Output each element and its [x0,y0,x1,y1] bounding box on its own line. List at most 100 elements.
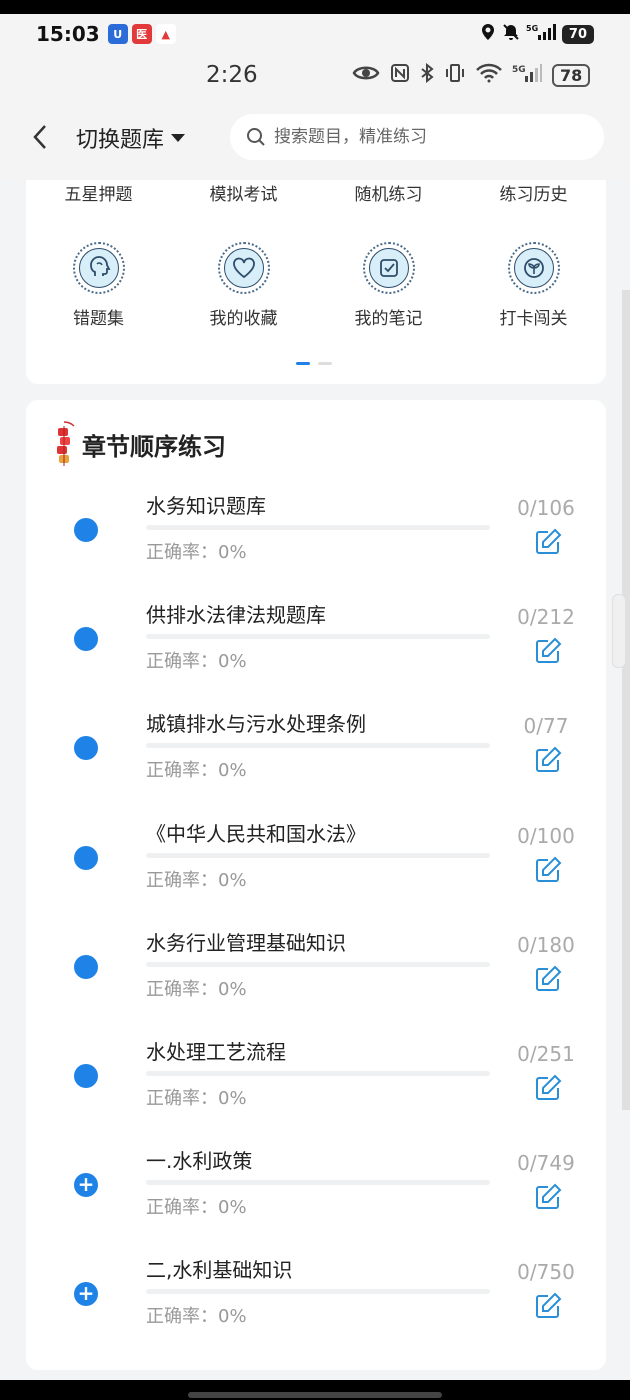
eye-icon [352,63,380,88]
edit-icon[interactable] [534,1074,562,1102]
chapter-progress-bar [146,1180,490,1186]
chapter-count: 0/180 [517,932,575,957]
pager-dot-2[interactable] [318,362,332,365]
chapter-name[interactable]: 水务行业管理基础知识 [146,927,346,956]
mute-bell-icon [502,23,520,45]
firecracker-icon [57,421,75,466]
chapter-row[interactable]: 《中华人民共和国水法》 正确率：0% 0/100 [26,820,606,920]
quick-entry-card: 五星押题 模拟考试 随机练习 练习历史 错题集 我的收藏 我的笔记 打卡闯关 [26,180,606,384]
chapter-name[interactable]: 水处理工艺流程 [146,1036,286,1065]
scrollbar-track[interactable] [622,290,630,1110]
status-time: 15:03 [36,22,100,46]
search-input[interactable] [274,127,574,147]
vibrate-icon [444,63,466,88]
edit-icon[interactable] [534,528,562,556]
edit-icon[interactable] [534,1183,562,1211]
app-medical-icon: 医 [131,24,152,44]
quick-favorites-label: 我的收藏 [209,309,278,329]
expand-plus-icon[interactable]: + [74,1282,98,1307]
chapter-row[interactable]: 城镇排水与污水处理条例正确率：0% 0/77 [26,710,606,810]
chapter-name[interactable]: 城镇排水与污水处理条例 [146,708,366,737]
inner-status-bar: 2:26 5G 78 [0,54,630,96]
wifi-icon [476,63,502,88]
search-bar[interactable] [230,114,604,160]
chapter-progress-bar [146,852,490,858]
chapter-accuracy: 正确率：0% [146,651,247,673]
quick-practice-history[interactable]: 练习历史 [461,180,606,205]
chapter-name[interactable]: 水务知识题库 [146,490,266,519]
chapter-row[interactable]: 水务知识题库 正确率：0% 0/106 [26,492,606,592]
status-app-icons: U 医 ▲ [107,24,176,44]
pager-dots [296,362,332,365]
scrollbar-thumb[interactable] [612,594,626,668]
inner-battery-indicator: 78 [552,63,591,87]
edit-icon[interactable] [534,1292,562,1320]
chapter-accuracy: 正确率：0% [146,760,247,782]
svg-text:5G: 5G [526,24,538,33]
chapter-row[interactable]: 水处理工艺流程 正确率：0% 0/251 [26,1038,606,1138]
notebook-icon [368,248,409,288]
back-button[interactable] [28,122,52,152]
status-right: 5G 70 [480,23,594,45]
chapter-count: 0/212 [517,605,575,630]
chapter-row[interactable]: 供排水法律法规题库正确率：0% 0/212 [26,601,606,701]
edit-icon[interactable] [534,965,562,993]
quick-mock-exam[interactable]: 模拟考试 [171,180,316,205]
switch-bank-label: 切换题库 [76,128,165,153]
quick-checkin-label: 打卡闯关 [499,309,568,329]
chapter-bullet-icon [74,627,98,652]
chapter-progress-bar [146,525,490,530]
quick-wrong-questions-label: 错题集 [73,309,124,329]
app-header: 切换题库 [0,96,630,180]
quick-favorites[interactable]: 我的收藏 [171,242,316,329]
chapter-name[interactable]: 二,水利基础知识 [146,1254,292,1283]
chapter-name[interactable]: 《中华人民共和国水法》 [146,818,366,847]
chapter-accuracy: 正确率：0% [146,869,247,891]
home-indicator[interactable] [188,1392,442,1398]
chapter-bullet-icon [74,954,98,979]
chapter-row[interactable]: 水务行业管理基础知识 正确率：0% 0/180 [26,929,606,1029]
chapter-row[interactable]: + 二,水利基础知识 正确率：0% 0/750 [26,1256,606,1356]
nfc-icon [390,63,410,88]
chapter-accuracy: 正确率：0% [146,542,247,563]
expand-plus-icon[interactable]: + [74,1173,98,1198]
pager-dot-1[interactable] [296,362,310,365]
section-title: 章节顺序练习 [54,420,226,468]
edit-icon[interactable] [534,856,562,884]
inner-status-icons: 5G 78 [352,62,591,88]
chapter-progress-bar [146,961,490,967]
quick-wrong-questions[interactable]: 错题集 [26,242,171,329]
chapter-bullet-icon [74,736,98,761]
quick-random-practice[interactable]: 随机练习 [316,180,461,205]
chevron-left-icon [33,125,46,149]
icon-ring [362,242,415,294]
svg-text:5G: 5G [512,65,526,75]
caret-down-icon [171,134,186,142]
quick-five-star[interactable]: 五星押题 [26,180,171,205]
inner-signal-icon: 5G [512,63,542,88]
chapter-bullet-icon [74,518,98,542]
chapter-name[interactable]: 一.水利政策 [146,1145,252,1174]
location-icon [480,23,496,45]
icon-ring [507,242,560,294]
quick-notes[interactable]: 我的笔记 [316,242,461,329]
chapter-name[interactable]: 供排水法律法规题库 [146,599,326,628]
edit-icon[interactable] [534,637,562,665]
search-icon [247,128,265,146]
icon-ring [72,242,125,294]
bluetooth-icon [420,62,434,88]
chapter-progress-bar [146,634,490,640]
sprout-icon [513,248,554,288]
top-edge [0,0,630,14]
chapter-practice-card: 章节顺序练习 水务知识题库 正确率：0% 0/106 供排水法律法规题库 正确率：0% 0… [26,400,606,1370]
switch-question-bank-button[interactable]: 切换题库 [76,122,186,154]
chapter-count: 0/750 [517,1260,575,1285]
chapter-count: 0/251 [517,1042,575,1066]
edit-icon[interactable] [534,746,562,774]
chapter-progress-bar [146,1289,490,1295]
chapter-count: 0/749 [517,1151,575,1176]
chapter-count: 0/77 [523,714,569,739]
chapter-row[interactable]: + 一.水利政策 正确率：0% 0/749 [26,1147,606,1247]
app-triangle-icon: ▲ [155,24,176,44]
quick-checkin[interactable]: 打卡闯关 [461,242,606,329]
